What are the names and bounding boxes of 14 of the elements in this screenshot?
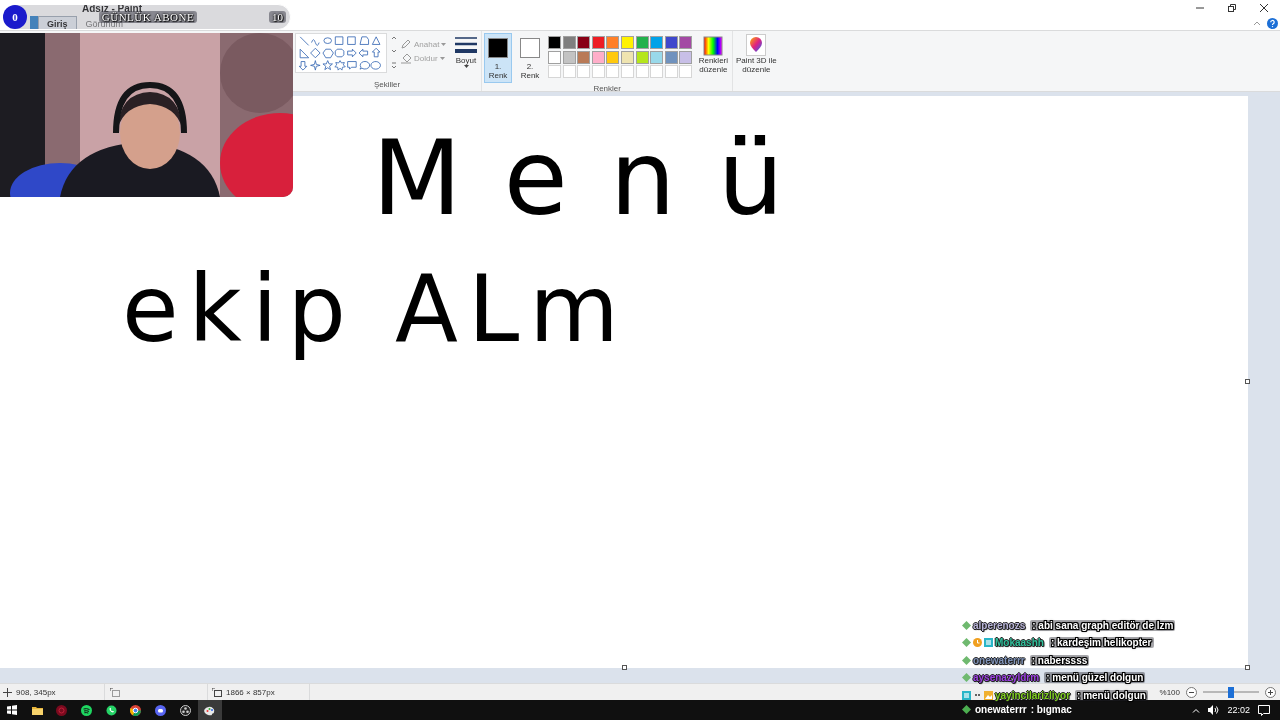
chat-username: yayincilarizliyor	[995, 689, 1071, 701]
group-label: Renkler	[592, 83, 622, 95]
chat-username: aysenazyldrm	[973, 672, 1040, 683]
group-label: Şekiller	[372, 79, 402, 91]
goal-target: 10	[269, 11, 286, 23]
chat-username: Mokaashh	[995, 637, 1044, 648]
chat-message: : bıgmac	[1030, 704, 1072, 715]
zoom-level: %100	[1159, 687, 1180, 697]
chat-username: alperenozs	[973, 619, 1026, 631]
handwritten-text: Menü	[372, 126, 826, 230]
chat-username: onewaterrr	[973, 654, 1025, 666]
cursor-position: 908, 345px	[16, 687, 56, 697]
chat-username: onewaterrr	[975, 704, 1027, 715]
canvas-size: 1866 × 857px	[226, 687, 275, 697]
